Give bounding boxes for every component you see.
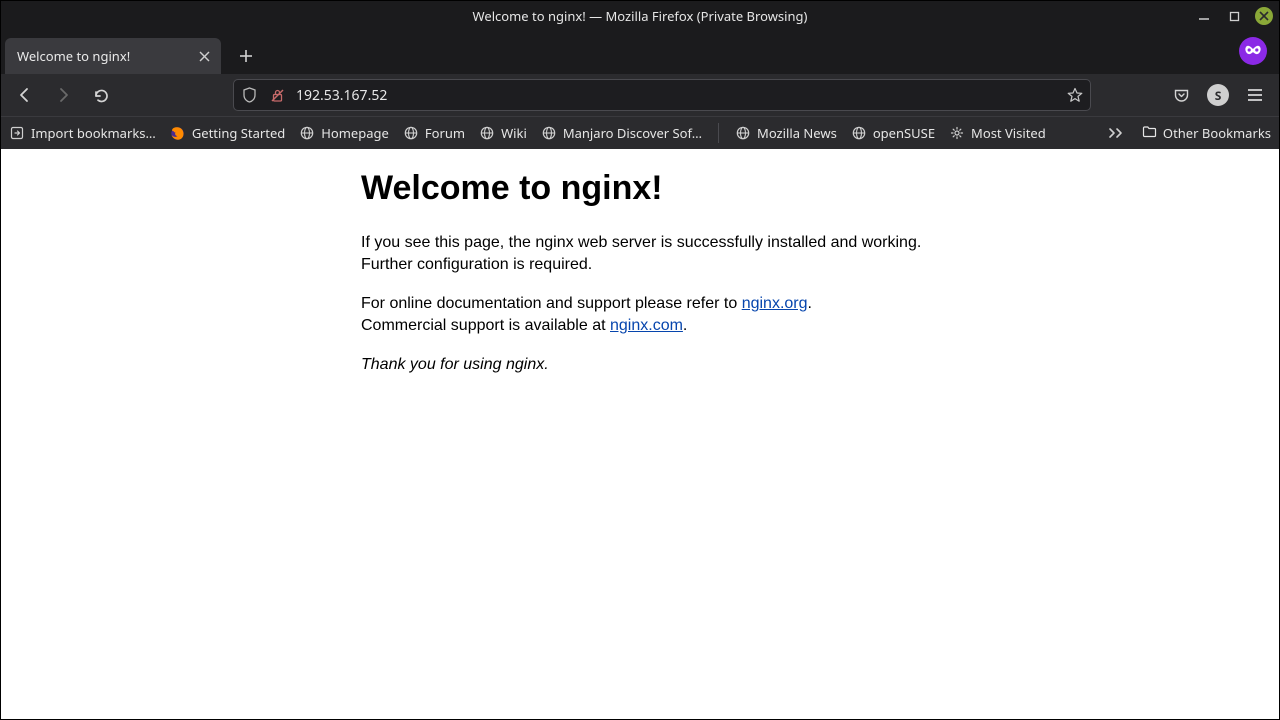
window-titlebar: Welcome to nginx! — Mozilla Firefox (Pri… [1,1,1279,31]
bookmark-label: Getting Started [192,124,285,142]
url-text: 192.53.167.52 [296,86,1056,105]
window-close-button[interactable] [1255,7,1273,25]
bookmark-label: Import bookmarks… [31,124,156,142]
window-maximize-button[interactable] [1225,7,1243,25]
navigation-toolbar: 192.53.167.52 S [1,74,1279,116]
p2-text-b: . [808,295,812,312]
bookmark-label: Mozilla News [757,124,837,142]
bookmarks-overflow-button[interactable] [1104,121,1128,145]
browser-tab[interactable]: Welcome to nginx! [5,38,221,74]
bookmark-homepage[interactable]: Homepage [299,124,389,142]
globe-icon [403,125,419,141]
bookmark-label: Wiki [501,124,527,142]
page-paragraph-thankyou: Thank you for using nginx. [361,354,961,376]
bookmarks-toolbar: Import bookmarks… Getting Started Homepa… [1,116,1279,149]
nginx-welcome-content: Welcome to nginx! If you see this page, … [361,169,961,376]
p2-text-a: For online documentation and support ple… [361,295,742,312]
bookmark-mozilla-news[interactable]: Mozilla News [735,124,837,142]
window-controls [1195,1,1273,31]
bookmark-label: Forum [425,124,465,142]
link-nginx-org[interactable]: nginx.org [742,295,808,312]
p3-text-a: Commercial support is available at [361,317,610,334]
globe-icon [541,125,557,141]
link-nginx-com[interactable]: nginx.com [610,317,683,334]
window-title: Welcome to nginx! — Mozilla Firefox (Pri… [473,7,808,25]
url-bar[interactable]: 192.53.167.52 [233,79,1091,111]
import-bookmarks-button[interactable]: Import bookmarks… [9,124,156,142]
bookmark-getting-started[interactable]: Getting Started [170,124,285,142]
window-minimize-button[interactable] [1195,7,1213,25]
bookmark-star-icon[interactable] [1066,86,1084,104]
private-browsing-badge [1239,37,1267,65]
firefox-icon [170,125,186,141]
page-viewport[interactable]: Welcome to nginx! If you see this page, … [1,149,1279,719]
bookmark-opensuse[interactable]: openSUSE [851,124,935,142]
bookmark-label: Manjaro Discover Sof… [563,124,702,142]
globe-icon [479,125,495,141]
tab-strip: Welcome to nginx! [1,31,1279,74]
account-button[interactable]: S [1207,84,1229,106]
bookmark-label: Most Visited [971,124,1046,142]
page-heading: Welcome to nginx! [361,169,961,208]
globe-icon [735,125,751,141]
reload-button[interactable] [85,79,117,111]
shield-icon[interactable] [240,86,258,104]
bookmark-label: Homepage [321,124,389,142]
tab-label: Welcome to nginx! [17,47,187,65]
import-icon [9,125,25,141]
folder-icon [1142,124,1157,142]
insecure-lock-icon[interactable] [268,86,286,104]
globe-icon [851,125,867,141]
new-tab-button[interactable] [231,41,261,71]
bookmark-most-visited[interactable]: Most Visited [949,124,1046,142]
other-bookmarks-button[interactable]: Other Bookmarks [1142,124,1271,142]
pocket-button[interactable] [1165,79,1197,111]
app-menu-button[interactable] [1239,79,1271,111]
other-bookmarks-label: Other Bookmarks [1163,124,1271,142]
globe-icon [299,125,315,141]
bookmark-forum[interactable]: Forum [403,124,465,142]
forward-button[interactable] [47,79,79,111]
page-paragraph-2: For online documentation and support ple… [361,293,961,336]
bookmark-manjaro-discover[interactable]: Manjaro Discover Sof… [541,124,702,142]
toolbar-right-icons: S [1165,79,1271,111]
bookmark-wiki[interactable]: Wiki [479,124,527,142]
bookmark-label: openSUSE [873,124,935,142]
back-button[interactable] [9,79,41,111]
p3-text-b: . [683,317,687,334]
bookmarks-separator [718,123,719,143]
account-initial: S [1215,87,1222,104]
tab-close-button[interactable] [195,47,213,65]
gear-icon [949,125,965,141]
firefox-window: Welcome to nginx! — Mozilla Firefox (Pri… [0,0,1280,720]
page-paragraph-1: If you see this page, the nginx web serv… [361,232,961,275]
